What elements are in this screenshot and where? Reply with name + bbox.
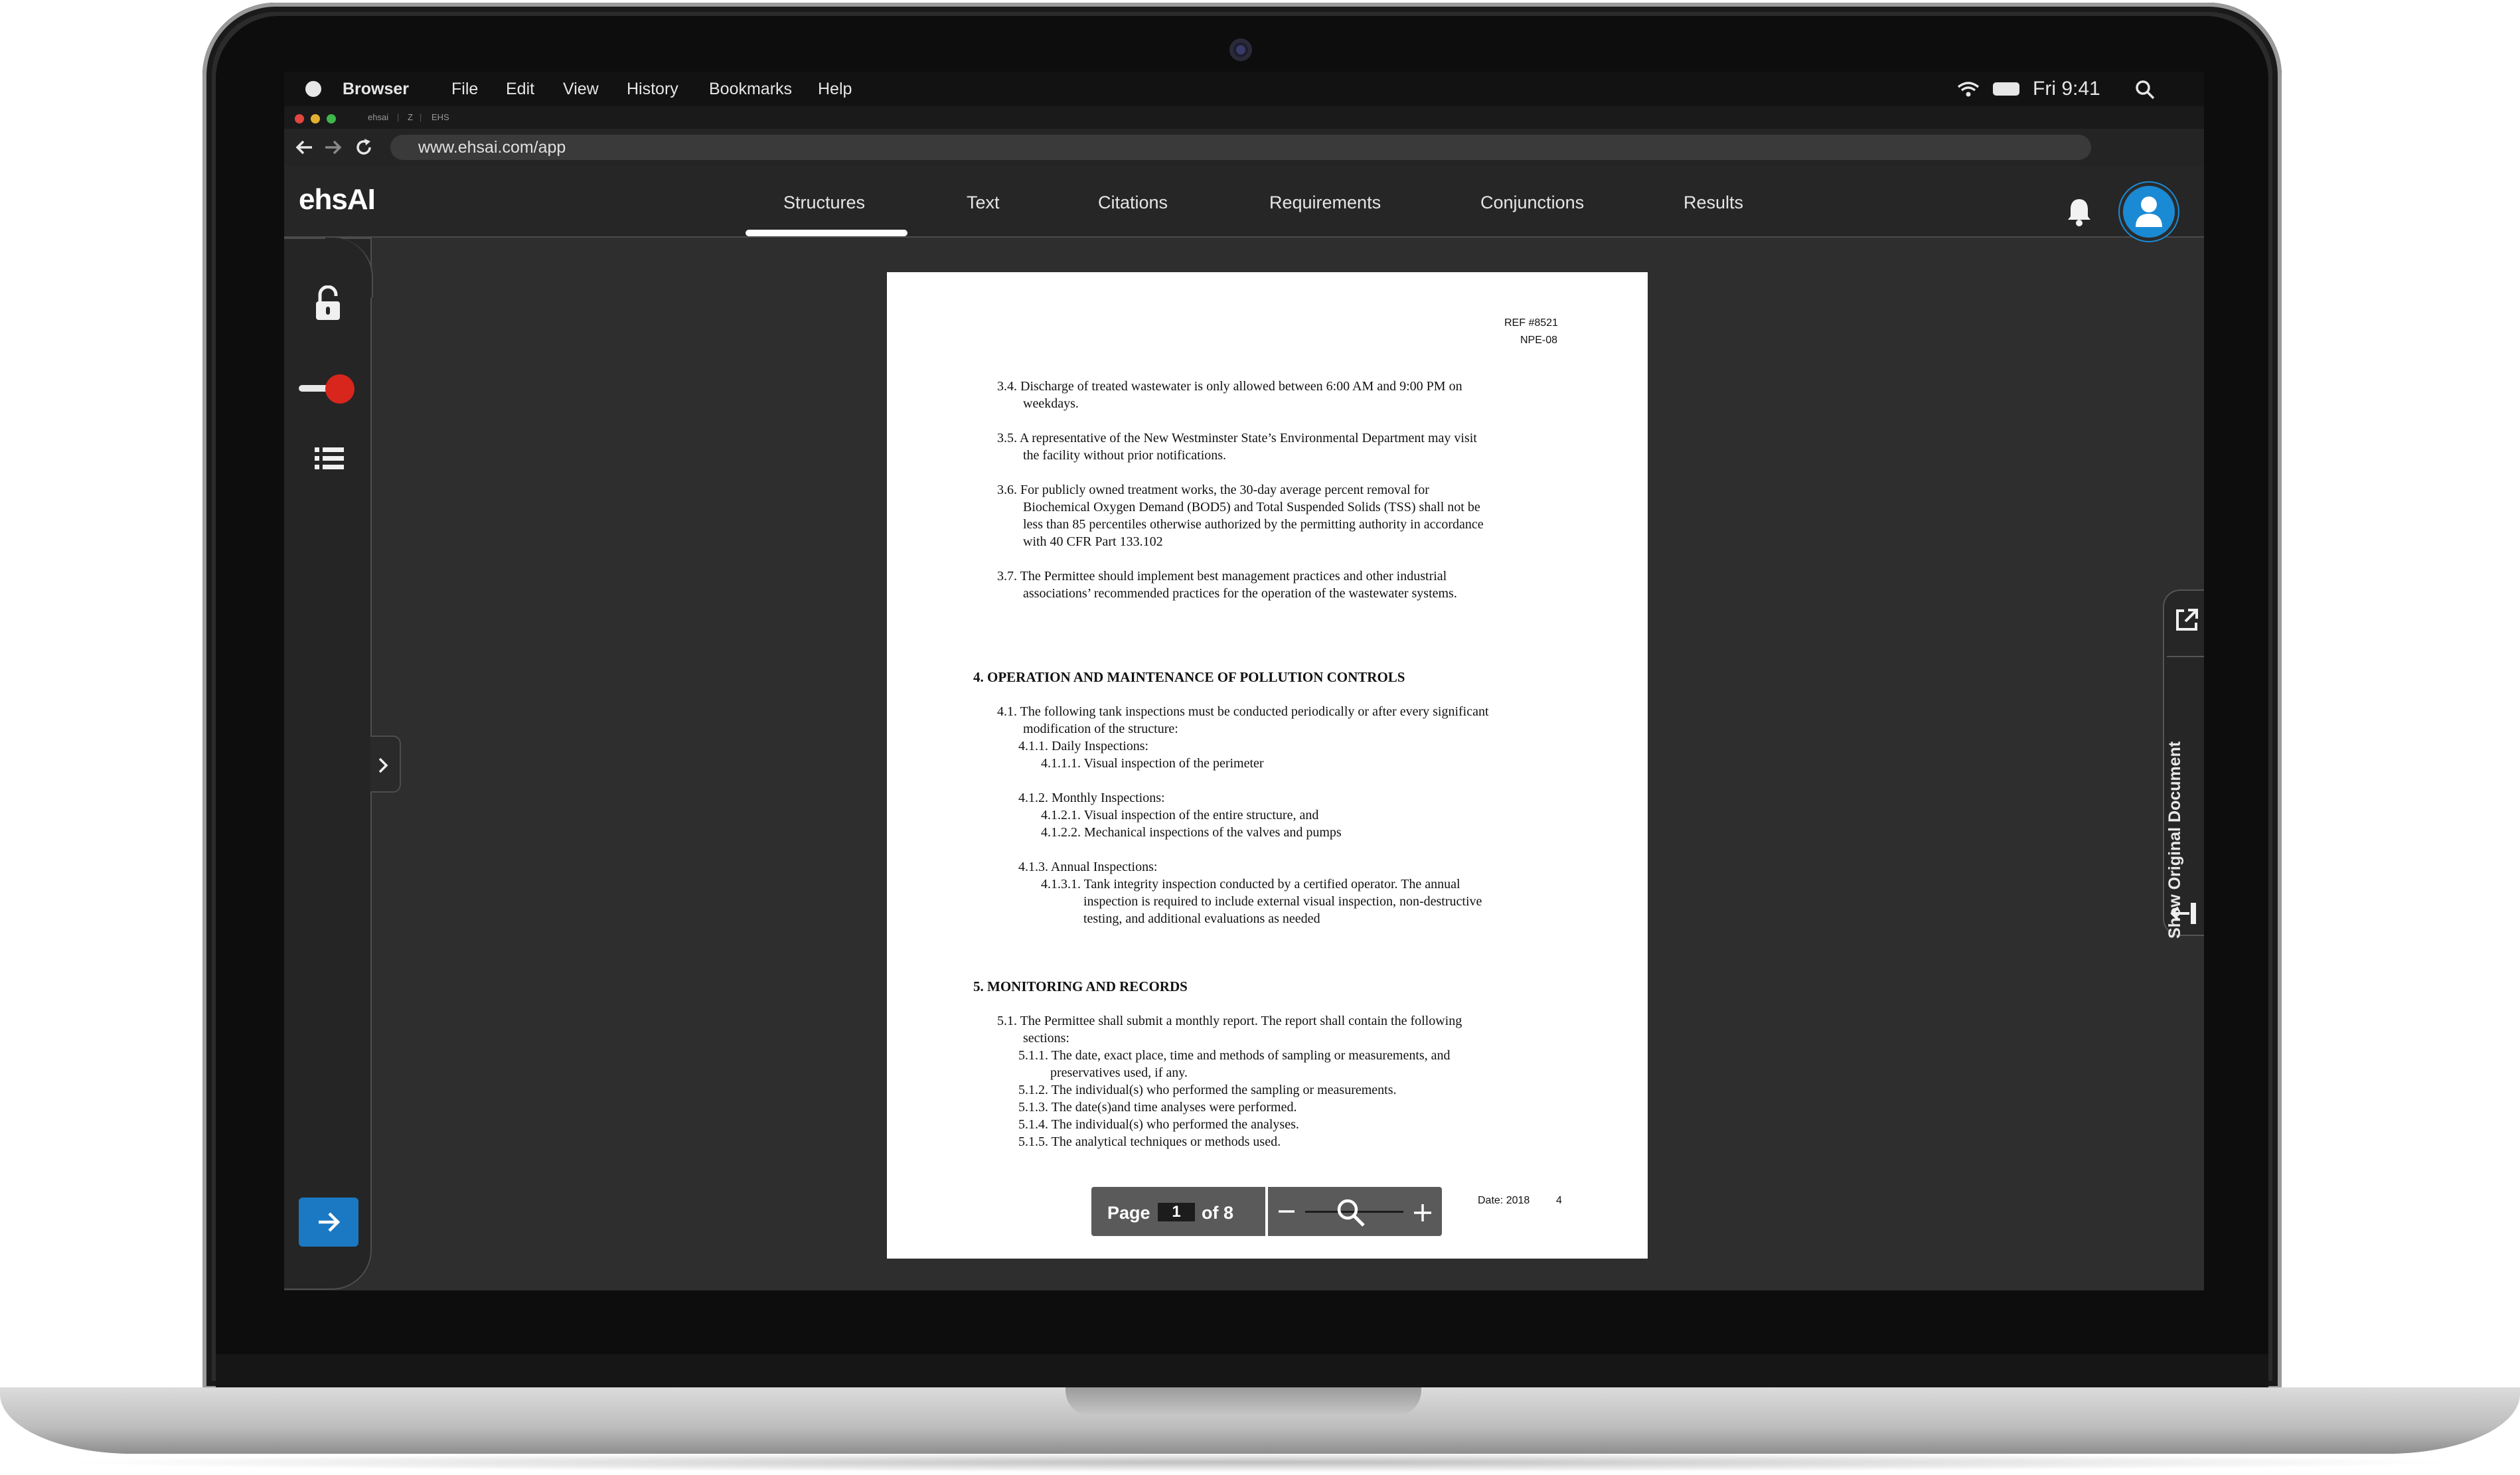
browser-toolbar: www.ehsai.com/app bbox=[284, 129, 2204, 166]
doc-ref-code: NPE-08 bbox=[1520, 335, 1558, 346]
camera-lens bbox=[1236, 45, 1245, 54]
app-logo[interactable]: ehsAI bbox=[299, 183, 376, 216]
doc-line: 4.1.2. Monthly Inspections: bbox=[1018, 791, 1165, 805]
search-icon[interactable] bbox=[2135, 80, 2155, 100]
doc-line: the facility without prior notifications… bbox=[1023, 448, 1227, 463]
doc-line: 5.1.3. The date(s)and time analyses were… bbox=[1018, 1100, 1297, 1115]
doc-line: inspection is required to include extern… bbox=[1083, 894, 1482, 909]
doc-line: 4.1.1.1. Visual inspection of the perime… bbox=[1041, 756, 1264, 771]
panel-divider bbox=[2167, 656, 2204, 657]
forward-arrow-icon[interactable] bbox=[324, 139, 343, 155]
tab-citations[interactable]: Citations bbox=[1098, 193, 1168, 213]
reload-icon[interactable] bbox=[354, 138, 373, 157]
tab-separator: | bbox=[397, 112, 400, 122]
doc-line: 5.1.2. The individual(s) who performed t… bbox=[1018, 1083, 1397, 1097]
doc-line: 3.4. Discharge of treated wastewater is … bbox=[997, 379, 1462, 394]
clock: Fri 9:41 bbox=[2033, 78, 2100, 100]
os-menubar: Browser File Edit View History Bookmarks… bbox=[284, 72, 2204, 106]
tab-requirements[interactable]: Requirements bbox=[1269, 193, 1381, 213]
battery-icon[interactable] bbox=[1993, 82, 2019, 96]
doc-footer-date: Date: 2018 bbox=[1478, 1195, 1530, 1206]
doc-line: 5.1.4. The individual(s) who performed t… bbox=[1018, 1117, 1299, 1132]
tab-results[interactable]: Results bbox=[1684, 193, 1743, 213]
zoom-icon[interactable] bbox=[1336, 1198, 1366, 1228]
browser-tab[interactable]: EHS bbox=[432, 112, 449, 122]
arrow-right-icon bbox=[319, 1212, 341, 1232]
browser-tab[interactable]: ehsai bbox=[368, 112, 388, 122]
active-tab-indicator bbox=[746, 230, 907, 236]
laptop-notch bbox=[1065, 1387, 1421, 1417]
doc-line: modification of the structure: bbox=[1023, 722, 1178, 736]
doc-line: 3.7. The Permittee should implement best… bbox=[997, 569, 1447, 583]
wifi-icon[interactable] bbox=[1957, 81, 1980, 97]
toggle-icon[interactable] bbox=[325, 374, 354, 404]
page-label: Page bbox=[1107, 1203, 1150, 1223]
doc-line: sections: bbox=[1023, 1031, 1069, 1046]
doc-line: associations’ recommended practices for … bbox=[1023, 586, 1457, 601]
lock-open-icon[interactable] bbox=[313, 285, 343, 323]
laptop-shadow bbox=[53, 1452, 2467, 1472]
zoom-in-icon[interactable] bbox=[1413, 1203, 1433, 1223]
menu-app-name[interactable]: Browser bbox=[343, 80, 409, 99]
doc-line: 4.1.1. Daily Inspections: bbox=[1018, 739, 1149, 753]
tab-conjunctions[interactable]: Conjunctions bbox=[1480, 193, 1584, 213]
tab-text[interactable]: Text bbox=[967, 193, 1000, 213]
menu-history[interactable]: History bbox=[627, 80, 678, 99]
window-minimize-button[interactable] bbox=[311, 114, 320, 123]
tab-structures[interactable]: Structures bbox=[783, 193, 865, 213]
doc-line: 4.1.3.1. Tank integrity inspection condu… bbox=[1041, 877, 1460, 892]
doc-line: preservatives used, if any. bbox=[1050, 1065, 1188, 1080]
doc-line: weekdays. bbox=[1023, 396, 1079, 411]
user-icon bbox=[2136, 196, 2162, 227]
avatar[interactable] bbox=[2123, 186, 2175, 238]
doc-line: 5.1. The Permittee shall submit a monthl… bbox=[997, 1014, 1462, 1028]
screen: Browser File Edit View History Bookmarks… bbox=[284, 72, 2204, 1290]
doc-line: 5.1.5. The analytical techniques or meth… bbox=[1018, 1134, 1281, 1149]
laptop-bezel-bottom bbox=[216, 1354, 2268, 1387]
doc-line: 4.1.3. Annual Inspections: bbox=[1018, 860, 1158, 874]
next-button[interactable] bbox=[299, 1198, 358, 1247]
doc-line: 4.1. The following tank inspections must… bbox=[997, 704, 1489, 719]
bell-icon[interactable] bbox=[2066, 196, 2092, 227]
back-arrow-icon[interactable] bbox=[295, 139, 313, 155]
doc-ref-number: REF #8521 bbox=[1504, 317, 1558, 329]
doc-heading: 4. OPERATION AND MAINTENANCE OF POLLUTIO… bbox=[973, 669, 1405, 685]
external-link-icon[interactable] bbox=[2173, 607, 2200, 633]
menu-file[interactable]: File bbox=[451, 80, 478, 99]
document-page: REF #8521 NPE-08 3.4. Discharge of treat… bbox=[887, 272, 1648, 1259]
tab-separator: | bbox=[420, 112, 422, 122]
menu-edit[interactable]: Edit bbox=[506, 80, 534, 99]
doc-line: 5.1.1. The date, exact place, time and m… bbox=[1018, 1048, 1451, 1063]
menu-help[interactable]: Help bbox=[818, 80, 852, 99]
doc-line: with 40 CFR Part 133.102 bbox=[1023, 534, 1163, 549]
doc-line: 4.1.2.2. Mechanical inspections of the v… bbox=[1041, 825, 1342, 840]
window-maximize-button[interactable] bbox=[327, 114, 336, 123]
menu-view[interactable]: View bbox=[563, 80, 599, 99]
browser-tabstrip: ehsai | Z | EHS bbox=[284, 106, 2204, 129]
page-navigator: Page 1 of 8 bbox=[1091, 1187, 1265, 1236]
collapse-left-icon[interactable] bbox=[2169, 901, 2199, 925]
url-field[interactable]: www.ehsai.com/app bbox=[390, 135, 2091, 160]
sidebar-expand-button[interactable] bbox=[370, 736, 401, 793]
app-header: ehsAI Structures Text Citations Requirem… bbox=[284, 166, 2204, 238]
page-total: of 8 bbox=[1202, 1203, 1234, 1223]
doc-line: testing, and additional evaluations as n… bbox=[1083, 911, 1320, 926]
window-close-button[interactable] bbox=[295, 114, 304, 123]
doc-page-number: 4 bbox=[1556, 1195, 1562, 1206]
apple-icon[interactable] bbox=[305, 81, 321, 97]
doc-line: 4.1.2.1. Visual inspection of the entire… bbox=[1041, 808, 1319, 822]
doc-line: 3.5. A representative of the New Westmin… bbox=[997, 431, 1477, 445]
zoom-control bbox=[1268, 1187, 1442, 1236]
page-number-input[interactable]: 1 bbox=[1158, 1203, 1195, 1221]
doc-heading: 5. MONITORING AND RECORDS bbox=[973, 978, 1188, 994]
zoom-out-icon[interactable] bbox=[1277, 1204, 1296, 1219]
doc-line: less than 85 percentiles otherwise autho… bbox=[1023, 517, 1484, 532]
chevron-right-icon bbox=[378, 757, 388, 773]
doc-line: Biochemical Oxygen Demand (BOD5) and Tot… bbox=[1023, 500, 1480, 514]
browser-tab[interactable]: Z bbox=[408, 112, 413, 122]
list-icon[interactable] bbox=[315, 446, 344, 470]
doc-line: 3.6. For publicly owned treatment works,… bbox=[997, 483, 1429, 497]
menu-bookmarks[interactable]: Bookmarks bbox=[709, 80, 792, 99]
